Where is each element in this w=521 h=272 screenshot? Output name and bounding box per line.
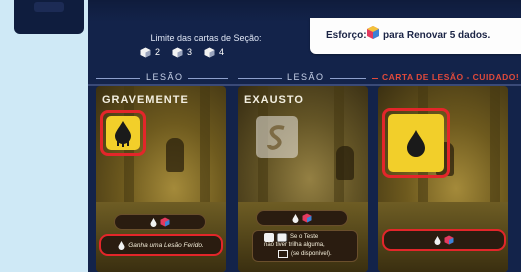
cube-icon [172, 47, 183, 57]
condition-text-line2: não tiver trilha alguma, [264, 242, 325, 248]
drop-icon [434, 235, 441, 245]
effect-bar-highlight: Ganha uma Lesão Ferido. [99, 234, 223, 256]
condition-text-line1: Se o Teste [290, 234, 319, 240]
drop-icon [150, 217, 157, 227]
section-limits-title: Limite das cartas de Seção: [150, 33, 262, 43]
blood-drop-icon [407, 130, 425, 157]
dice-icon [160, 217, 170, 227]
cost-bar [114, 214, 206, 230]
bleeding-drop-icon [115, 121, 131, 147]
section-rule [238, 78, 282, 79]
section-box-icon [278, 250, 288, 258]
cube-icon [140, 47, 151, 57]
cost-bar [256, 210, 348, 226]
side-panel-tab [34, 2, 64, 12]
injury-icon [118, 240, 125, 250]
injury-die-highlight [100, 110, 146, 156]
section-rule [330, 78, 366, 79]
effect-text: Ganha uma Lesão Ferido. [128, 241, 204, 249]
injury-card-exausto[interactable]: EXAUSTO Se o Teste não tiver trilha algu… [238, 86, 368, 272]
limit-value: 4 [219, 47, 225, 57]
effort-label: Esforço: [326, 30, 367, 41]
drop-icon [292, 213, 299, 223]
card-title: EXAUSTO [244, 94, 304, 106]
effort-text: para Renovar 5 dados. [383, 30, 491, 41]
section-limits-row: 2 3 4 [140, 44, 224, 60]
injury-die [388, 114, 444, 172]
injury-die-highlight [382, 108, 450, 178]
injury-card-warning[interactable] [378, 86, 508, 272]
section-rule [96, 78, 140, 79]
section-rule-warning [372, 78, 378, 79]
card-title: GRAVEMENTE [102, 94, 189, 106]
cube-icon [204, 47, 215, 57]
cost-bar-highlight [382, 229, 506, 251]
injury-card-gravemente[interactable]: GRAVEMENTE Ganha uma Lesão Ferido. [96, 86, 226, 272]
injury-die [106, 116, 140, 150]
section-rule [188, 78, 228, 79]
dice-icon [302, 213, 312, 223]
renew-dice-icon [366, 25, 380, 40]
limit-value: 2 [155, 47, 161, 57]
condition-text-line3: (se disponível). [291, 251, 332, 257]
side-panel-card[interactable] [14, 0, 84, 34]
dice-icon [444, 235, 454, 245]
limit-value: 3 [187, 47, 193, 57]
exhaustion-swirl-icon [267, 125, 285, 150]
exhaustion-die [256, 116, 298, 158]
